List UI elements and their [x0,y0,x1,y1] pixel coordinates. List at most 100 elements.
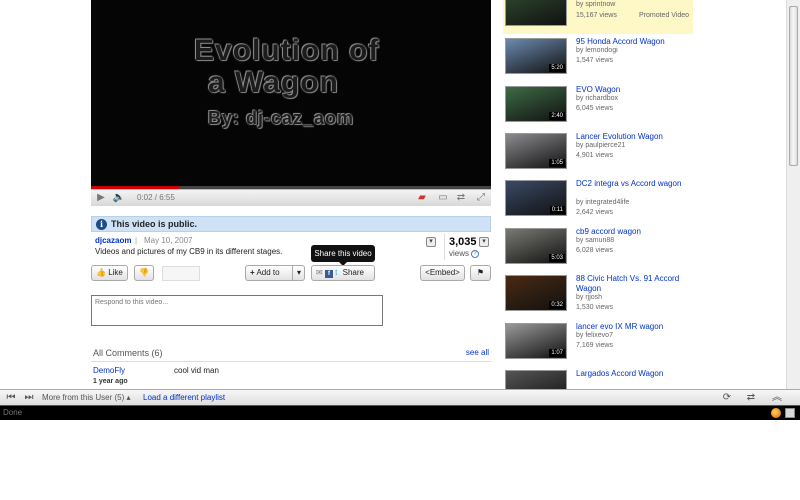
related-video-uploader: by integrated4life [576,199,630,206]
video-overlay-title-line2: a Wagon [208,66,339,99]
related-video-title[interactable]: Lancer Evolution Wagon [576,132,691,142]
flag-button[interactable]: ⚑ [470,265,491,281]
volume-icon[interactable]: 🔈 [111,191,127,205]
share-button[interactable]: ✉ f t Share [311,265,375,281]
addon-status-icon[interactable] [785,408,795,418]
embed-button[interactable]: <Embed> [420,265,465,281]
like-button[interactable]: 👍 Like [91,265,128,281]
related-video-views: 7,169 views [576,342,613,349]
video-thumbnail[interactable] [505,0,567,26]
fullscreen-icon[interactable]: ⤢ [475,191,487,205]
related-video-title[interactable]: EVO Wagon [576,85,691,95]
video-duration: 1:07 [549,349,565,357]
load-playlist-link[interactable]: Load a different playlist [143,393,225,402]
expand-description-icon[interactable]: ▾ [426,237,436,247]
promoted-label: Promoted Video [639,12,690,19]
comment-author-link[interactable]: DemoFly [93,366,125,375]
video-frame[interactable]: Evolution of a Wagon By: dj-caz_aom [91,0,491,188]
promoted-video-item[interactable]: by sprintnow 15,167 views Promoted Video [503,0,693,34]
video-thumbnail[interactable]: 0:11 [505,180,567,216]
email-icon: ✉ [316,268,323,277]
related-video-title[interactable]: 95 Honda Accord Wagon [576,37,691,47]
related-video-views: 2,642 views [576,209,613,216]
video-thumbnail[interactable]: 0:32 [505,275,567,311]
video-thumbnail[interactable]: 5:03 [505,228,567,264]
related-video-item[interactable]: 2:40 EVO Wagon by richardbox 6,045 views [503,84,693,130]
related-video-item[interactable]: 5:03 cb9 accord wagon by samuri88 6,028 vie… [503,226,693,272]
thumbs-up-icon: 👍 [96,268,106,277]
video-overlay-byline: By: dj-caz_aom [208,108,355,128]
info-icon: i [96,219,107,230]
related-video-item[interactable]: 0:11 DC2 integra vs Accord wagon by integr… [503,178,693,224]
facebook-icon: f [324,270,333,278]
video-duration: 5:20 [549,64,565,72]
dislike-button[interactable]: 👎 [134,265,154,281]
related-video-views: 4,901 views [576,152,613,159]
more-from-user-dropdown[interactable]: More from this User (5) ▴ [42,393,130,402]
see-all-link[interactable]: see all [466,348,489,357]
widescreen-icon[interactable]: ⇄ [455,191,467,205]
view-count: 3,035 [449,236,477,248]
expand-stats-icon[interactable]: ▾ [479,237,489,247]
annotations-icon[interactable]: ▰ [417,191,427,205]
video-thumbnail[interactable]: 1:07 [505,323,567,359]
comment-age: 1 year ago [93,378,128,385]
related-video-title[interactable]: lancer evo IX MR wagon [576,322,691,332]
video-description: Videos and pictures of my CB9 in its dif… [95,247,283,256]
status-text: Done [3,408,23,417]
chevron-down-icon[interactable]: ▾ [291,266,301,280]
firefox-addon-icon[interactable] [771,408,781,418]
add-to-label: Add to [256,268,280,277]
autoplay-icon[interactable]: ⟳ [720,391,734,405]
play-icon[interactable]: ▶ [95,191,107,205]
playlist-bar: ⏮ ⏭ More from this User (5) ▴ Load a dif… [0,389,800,405]
related-video-title[interactable]: cb9 accord wagon [576,227,691,237]
related-video-item[interactable]: 0:32 88 Civic Hatch Vs. 91 Accord Wagon by… [503,273,693,319]
scrollbar-thumb[interactable] [789,6,798,166]
related-video-views: 1,547 views [576,57,613,64]
video-thumbnail[interactable]: 2:40 [505,86,567,122]
related-video-uploader: by paulpierce21 [576,142,626,149]
video-description-box: djcazaom | May 10, 2007 Videos and pictu… [91,235,439,259]
popout-icon[interactable]: ▭ [437,191,449,205]
related-video-title[interactable]: 88 Civic Hatch Vs. 91 Accord Wagon [576,274,691,294]
related-video-item[interactable]: 1:07 lancer evo IX MR wagon by felixevo7 7,… [503,321,693,367]
video-duration: 0:11 [549,206,565,214]
shuffle-icon[interactable]: ⇄ [743,391,759,405]
video-overlay-title-line1: Evolution of [194,34,380,67]
add-to-button[interactable]: + Add to ▾ [245,265,305,281]
related-video-item[interactable]: 5:20 95 Honda Accord Wagon by lemondogi 1,5… [503,36,693,82]
related-video-uploader: by felixevo7 [576,332,613,339]
related-video-title[interactable]: Largados Accord Wagon [576,369,691,379]
related-video-uploader: by samuri88 [576,237,615,244]
stats-help-icon[interactable]: ? [471,250,479,258]
uploader-link[interactable]: djcazaom [95,236,131,245]
previous-track-icon[interactable]: ⏮ [4,391,18,405]
video-thumbnail[interactable]: 1:05 [505,133,567,169]
related-videos-sidebar: by sprintnow 15,167 views Promoted Video 5:… [503,0,693,420]
vertical-scrollbar[interactable] [786,0,800,390]
video-duration: 0:32 [549,301,565,309]
upload-date: May 10, 2007 [144,236,193,245]
view-count-box: 3,035 ▾ views ? [444,234,492,260]
related-video-title[interactable]: DC2 integra vs Accord wagon [576,179,691,189]
expand-playlist-icon[interactable]: ︽ [770,391,784,405]
video-player[interactable]: Evolution of a Wagon By: dj-caz_aom ▶ 🔈 … [91,0,491,206]
related-video-uploader: by sprintnow [576,1,616,8]
plus-icon: + [250,268,255,277]
player-controls: ▶ 🔈 0:02 / 6:55 ▰ ▭ ⇄ ⤢ [91,189,491,206]
related-video-views: 15,167 views [576,12,617,19]
comment-box [91,295,383,326]
comments-header: All Comments (6) see all [91,346,491,362]
browser-viewport: Evolution of a Wagon By: dj-caz_aom ▶ 🔈 … [0,0,800,420]
video-thumbnail[interactable]: 5:20 [505,38,567,74]
video-duration: 2:40 [549,112,565,120]
like-label: Like [108,268,123,277]
related-video-uploader: by lemondogi [576,47,618,54]
next-track-icon[interactable]: ⏭ [22,391,36,405]
related-video-item[interactable]: 1:05 Lancer Evolution Wagon by paulpierce2… [503,131,693,177]
views-label: views [449,249,470,258]
comment-input[interactable] [92,296,382,325]
related-video-views: 6,028 views [576,247,613,254]
time-display: 0:02 / 6:55 [137,193,175,202]
